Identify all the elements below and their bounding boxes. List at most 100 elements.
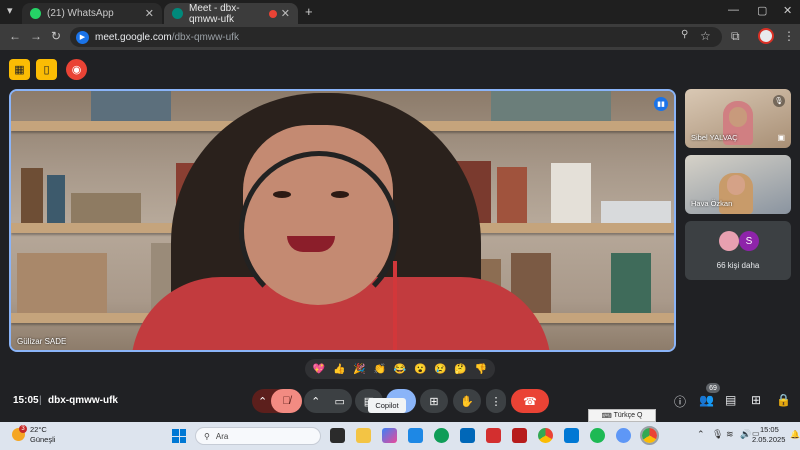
system-date[interactable]: 2.05.2025 bbox=[752, 435, 785, 444]
weather-temperature[interactable]: 22°C bbox=[30, 425, 47, 434]
host-controls-icon[interactable]: ▦ bbox=[9, 59, 30, 80]
ime-label: Türkçe Q bbox=[613, 412, 643, 419]
copilot-app-icon[interactable] bbox=[382, 428, 397, 443]
recording-icon bbox=[268, 9, 277, 18]
copilot-tooltip: Copilot bbox=[368, 398, 406, 413]
camera-button[interactable]: ⌃ ▭ bbox=[304, 389, 352, 413]
more-participants-label: 66 kişi daha bbox=[716, 261, 760, 270]
close-icon[interactable]: ✕ bbox=[145, 7, 154, 20]
reaction-heart[interactable]: 💖 bbox=[313, 364, 325, 375]
reaction-clap[interactable]: 👏 bbox=[374, 364, 386, 375]
speaker-name: Gülizar SADE bbox=[17, 337, 67, 346]
reaction-laugh[interactable]: 😂 bbox=[394, 364, 406, 375]
wifi-icon[interactable]: ≋ bbox=[726, 429, 734, 440]
chrome-icon[interactable] bbox=[538, 428, 553, 443]
app-icon[interactable] bbox=[512, 428, 527, 443]
participant-name: Sibel YALVAÇ bbox=[691, 133, 738, 142]
tab-label: Meet - dbx-qmww-ufk bbox=[189, 2, 240, 25]
reaction-thinking[interactable]: 🤔 bbox=[454, 364, 466, 375]
zoom-icon[interactable]: ⚲ bbox=[681, 29, 688, 40]
participant-avatar: S bbox=[739, 231, 759, 251]
minimize-icon[interactable]: — bbox=[728, 4, 739, 16]
site-info-icon[interactable]: ▶ bbox=[76, 30, 89, 44]
microphone-icon[interactable]: 🎙 bbox=[712, 429, 723, 440]
reload-icon[interactable]: ↻ bbox=[51, 29, 61, 43]
participant-face bbox=[727, 175, 745, 195]
activities-icon[interactable]: ▯ bbox=[36, 59, 57, 80]
lock-icon[interactable]: 🔒 bbox=[776, 393, 791, 407]
info-icon[interactable]: ⓘ bbox=[674, 393, 686, 410]
plus-icon[interactable]: + bbox=[305, 4, 313, 19]
address-bar[interactable]: ▶ meet.google.com/dbx-qmww-ufk bbox=[70, 27, 722, 47]
windows-taskbar bbox=[0, 422, 800, 450]
more-participants-tile[interactable]: S 66 kişi daha bbox=[685, 221, 791, 280]
ime-language-popup[interactable]: ⌨ Türkçe Q bbox=[588, 409, 656, 422]
headset bbox=[239, 151, 399, 311]
file-explorer-icon[interactable] bbox=[356, 428, 371, 443]
speaking-indicator-icon: ▮▮ bbox=[654, 97, 668, 111]
record-icon[interactable]: ◉ bbox=[66, 59, 87, 80]
present-icon: ⊞ bbox=[429, 395, 439, 408]
url-path: /dbx-qmww-ufk bbox=[171, 31, 239, 43]
system-time[interactable]: 15:05 bbox=[760, 425, 779, 434]
store-icon[interactable] bbox=[460, 428, 475, 443]
mic-toggle-button[interactable]: 🎙̸ bbox=[271, 389, 302, 413]
spotify-icon[interactable] bbox=[590, 428, 605, 443]
windows-start-icon[interactable] bbox=[172, 429, 186, 443]
hand-icon: ✋ bbox=[460, 395, 474, 408]
whatsapp-icon bbox=[30, 8, 41, 19]
maximize-icon[interactable]: ▢ bbox=[757, 4, 767, 17]
tile-options-icon[interactable]: ▣ bbox=[777, 133, 785, 142]
participant-avatar bbox=[719, 231, 739, 251]
participant-tile[interactable]: Hava Özkan bbox=[685, 155, 791, 214]
camera-icon: ▭ bbox=[334, 395, 345, 408]
keyboard-icon: ⌨ bbox=[601, 412, 614, 420]
task-view-icon[interactable] bbox=[330, 428, 345, 443]
reaction-party[interactable]: 🎉 bbox=[353, 364, 365, 375]
leave-call-button[interactable]: ☎ bbox=[511, 389, 549, 413]
bookmark-star-icon[interactable]: ☆ bbox=[700, 29, 711, 43]
meeting-code: dbx-qmww-ufk bbox=[48, 395, 118, 406]
chrome-active-icon[interactable] bbox=[640, 426, 659, 445]
chevron-up-icon[interactable]: ⌃ bbox=[697, 429, 705, 440]
search-icon: ⚲ bbox=[204, 431, 210, 441]
pdf-reader-icon[interactable] bbox=[486, 428, 501, 443]
phone-hangup-icon: ☎ bbox=[523, 395, 537, 408]
participant-tile[interactable]: 🎙 Sibel YALVAÇ ▣ bbox=[685, 89, 791, 148]
close-window-icon[interactable]: ✕ bbox=[783, 4, 792, 17]
forward-icon[interactable]: → bbox=[30, 29, 42, 43]
app-icon[interactable] bbox=[616, 428, 631, 443]
reaction-surprised[interactable]: 😮 bbox=[414, 364, 426, 375]
back-icon[interactable]: ← bbox=[9, 29, 21, 43]
weather-description[interactable]: Güneşli bbox=[30, 435, 55, 444]
profile-avatar[interactable] bbox=[758, 28, 774, 44]
people-icon[interactable]: 👥 bbox=[699, 393, 714, 407]
chat-icon[interactable]: ▤ bbox=[725, 393, 736, 407]
activities-grid-icon[interactable]: ⊞ bbox=[751, 393, 761, 407]
reaction-thumbs-up[interactable]: 👍 bbox=[333, 364, 345, 375]
notification-bell-icon[interactable]: 🔔 bbox=[790, 430, 800, 439]
menu-icon[interactable]: ⋮ bbox=[783, 29, 795, 43]
chevron-up-icon: ⌃ bbox=[258, 395, 268, 408]
taskbar-search-input[interactable]: ⚲ Ara bbox=[195, 427, 321, 445]
more-vertical-icon: ⋮ bbox=[490, 395, 502, 408]
tab-meet[interactable]: Meet - dbx-qmww-ufk ✕ bbox=[164, 2, 298, 25]
meet-icon bbox=[172, 8, 183, 19]
more-options-button[interactable]: ⋮ bbox=[486, 389, 506, 413]
present-button[interactable]: ⊞ bbox=[420, 389, 448, 413]
speaker-icon[interactable]: 🔊 bbox=[740, 429, 751, 440]
main-video-tile[interactable]: ▮▮ Gülizar SADE bbox=[9, 89, 676, 352]
reaction-sad[interactable]: 😢 bbox=[434, 364, 446, 375]
mail-icon[interactable] bbox=[408, 428, 423, 443]
outlook-icon[interactable] bbox=[564, 428, 579, 443]
divider: | bbox=[39, 395, 42, 406]
tab-search-icon[interactable]: ▾ bbox=[7, 4, 13, 17]
raise-hand-button[interactable]: ✋ bbox=[453, 389, 481, 413]
extensions-icon[interactable]: ⧉ bbox=[731, 29, 740, 44]
close-icon[interactable]: ✕ bbox=[281, 7, 290, 20]
tab-whatsapp[interactable]: (21) WhatsApp ✕ bbox=[22, 3, 162, 24]
edge-icon[interactable] bbox=[434, 428, 449, 443]
meeting-clock: 15:05 bbox=[13, 395, 39, 406]
reaction-thumbs-down[interactable]: 👎 bbox=[475, 364, 487, 375]
participant-name: Hava Özkan bbox=[691, 199, 733, 208]
